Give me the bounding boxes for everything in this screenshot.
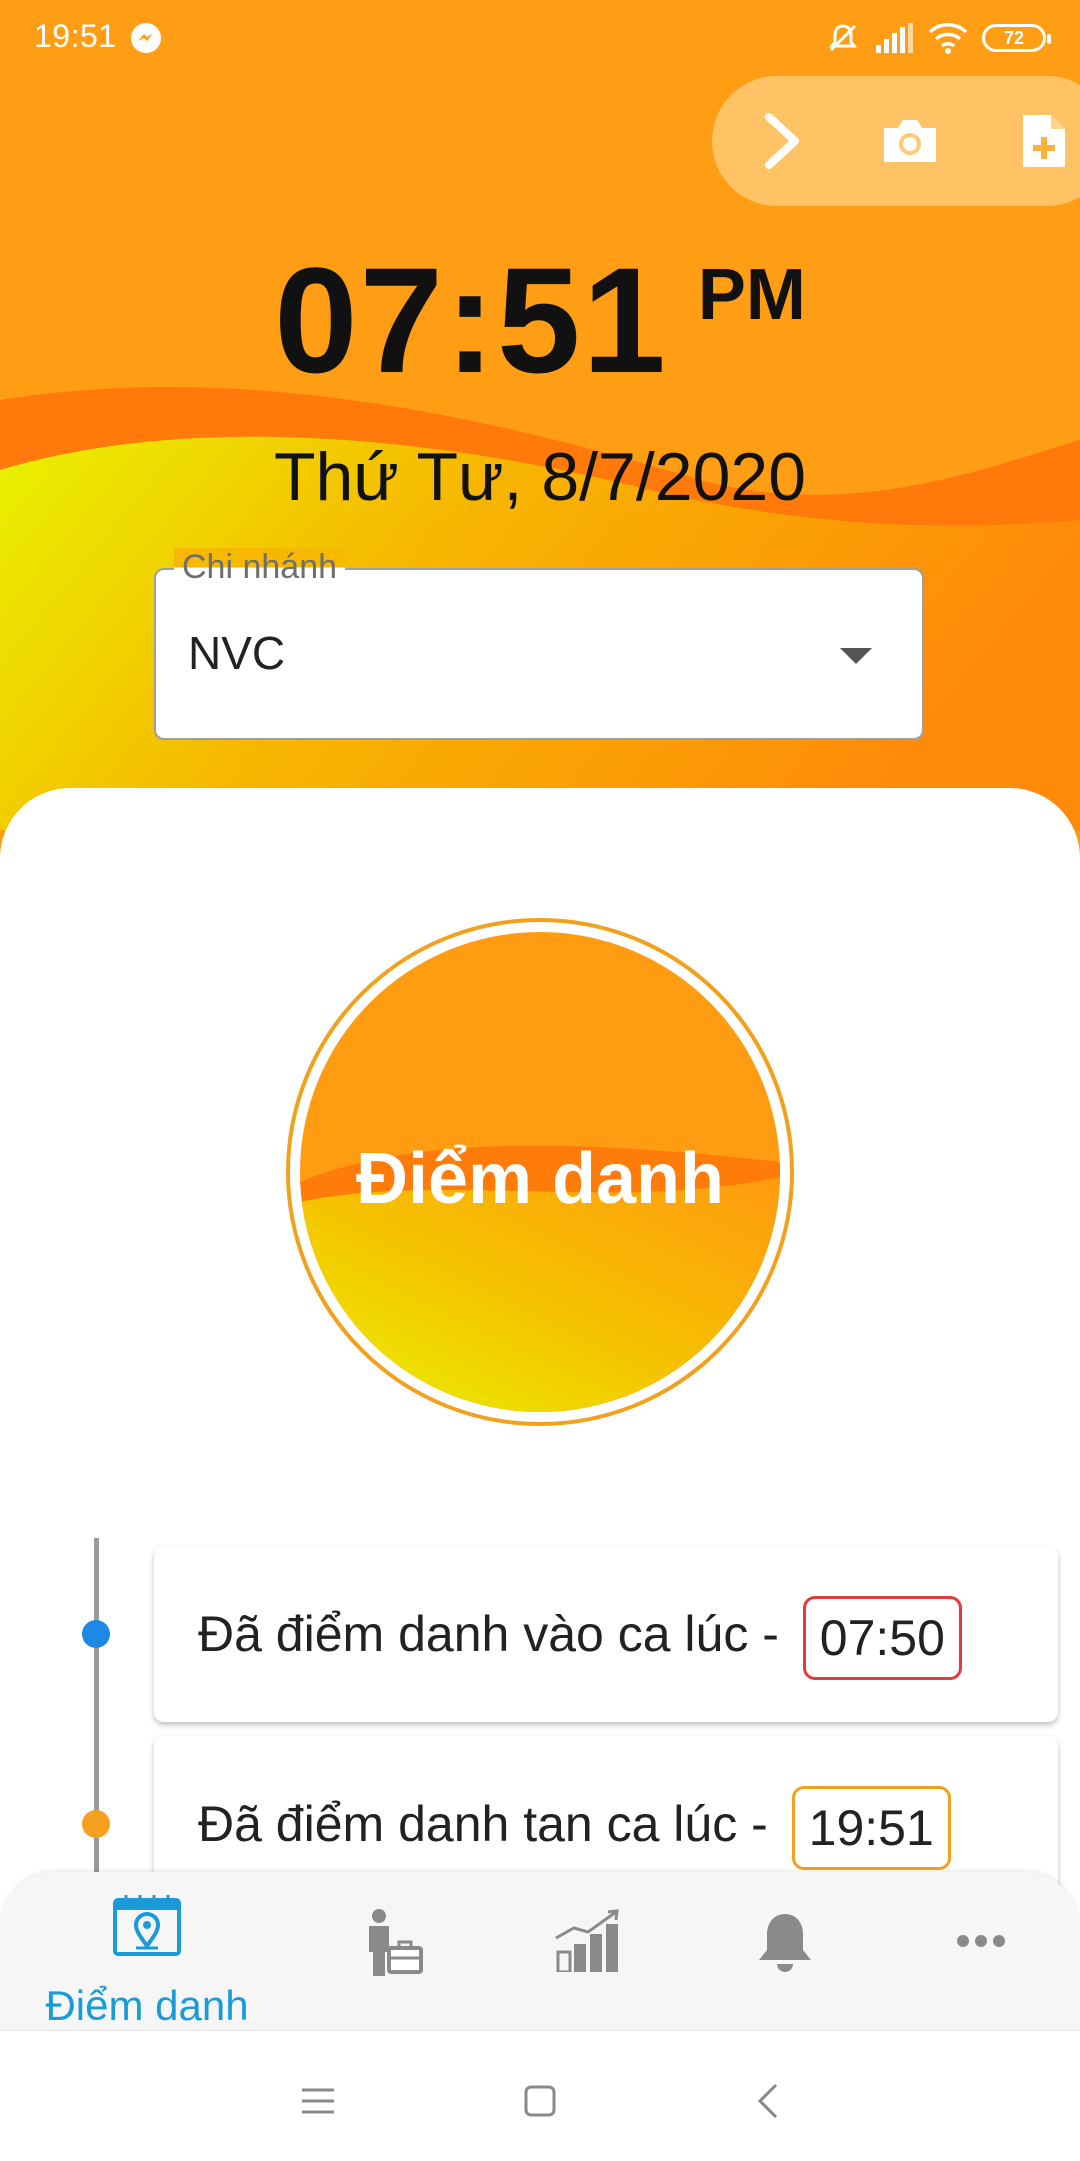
nav-item-employee[interactable] <box>285 1872 501 2032</box>
camera-icon <box>884 120 936 162</box>
bottom-navigation: Điểm danh <box>0 1872 1080 2032</box>
nav-item-statistics[interactable] <box>481 1872 697 2032</box>
employee-briefcase-icon <box>369 1909 423 1976</box>
log-checkout-text: Đã điểm danh tan ca lúc - <box>198 1796 768 1853</box>
log-checkout-time: 19:51 <box>791 1786 951 1870</box>
branch-select-value: NVC <box>188 627 286 679</box>
log-checkin-text: Đã điểm danh vào ca lúc - <box>198 1606 779 1663</box>
dropdown-arrow-icon <box>840 648 872 664</box>
branch-select[interactable]: Chi nhánh NVC <box>154 548 924 740</box>
timeline-dot-checkin <box>82 1620 110 1648</box>
date-label: Thứ Tư, 8/7/2020 <box>273 439 807 515</box>
log-checkin-time: 07:50 <box>802 1596 962 1680</box>
bell-icon <box>759 1914 811 1972</box>
battery-indicator: 72 <box>982 24 1051 52</box>
add-document-button[interactable] <box>984 76 1080 206</box>
next-button[interactable] <box>722 76 842 206</box>
nav-item-more[interactable] <box>873 1872 1080 2032</box>
back-button[interactable] <box>728 2071 808 2131</box>
home-button[interactable] <box>500 2071 580 2131</box>
action-toolbar <box>712 76 1080 206</box>
camera-button[interactable] <box>850 76 970 206</box>
recent-apps-button[interactable] <box>278 2071 358 2131</box>
log-item-checkin: Đã điểm danh vào ca lúc - 07:50 <box>154 1546 1058 1722</box>
mute-icon <box>829 24 857 52</box>
status-time: 19:51 <box>34 18 117 54</box>
clock-ampm: PM <box>697 255 806 335</box>
calendar-location-icon <box>113 1895 181 1956</box>
nav-item-notifications[interactable] <box>677 1872 893 2032</box>
signal-icon <box>876 23 913 53</box>
menu-icon <box>302 2088 334 2114</box>
back-chevron-icon <box>757 2083 778 2119</box>
checkin-button[interactable]: Điểm danh <box>286 918 794 1426</box>
checkin-button-fill: Điểm danh <box>300 932 780 1412</box>
add-document-icon <box>1023 115 1065 167</box>
status-bar: 19:51 72 <box>0 0 1080 78</box>
chevron-right-icon <box>765 113 799 169</box>
wifi-icon <box>928 23 968 54</box>
nav-label-diem-danh: Điểm danh <box>45 1982 249 2029</box>
nav-item-diem-danh[interactable]: Điểm danh <box>39 1872 255 2032</box>
clock-display: 07:51 PM <box>0 240 1080 400</box>
chart-growth-icon <box>555 1909 619 1972</box>
home-square-icon <box>524 2085 556 2117</box>
messenger-icon <box>131 23 161 53</box>
clock-time: 07:51 <box>274 236 668 404</box>
branch-select-label: Chi nhánh <box>174 548 346 587</box>
checkin-button-label: Điểm danh <box>355 1139 725 1219</box>
system-navigation-bar <box>0 2030 1080 2161</box>
timeline-dot-checkout <box>82 1810 110 1838</box>
more-icon <box>957 1935 1005 1947</box>
